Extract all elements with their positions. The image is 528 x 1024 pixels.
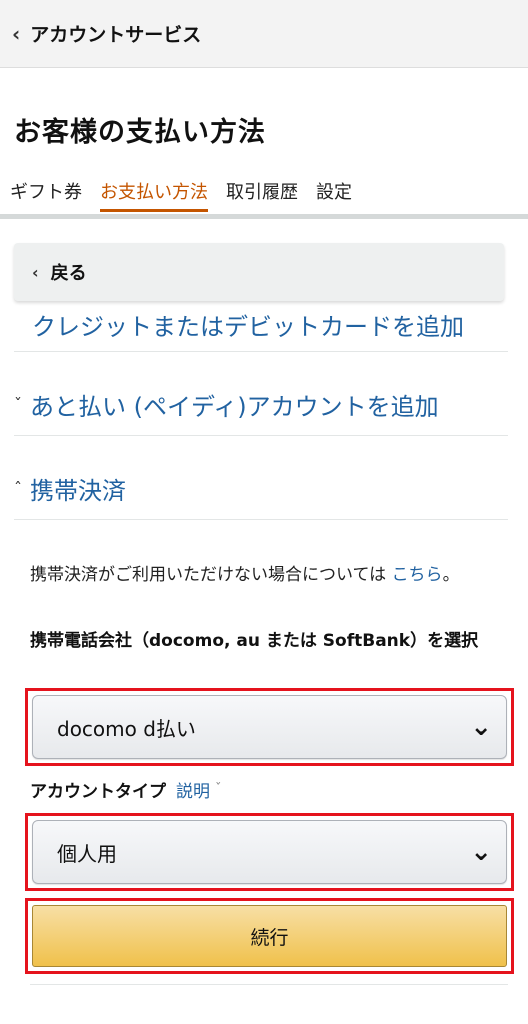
chevron-left-icon: ‹ — [32, 262, 39, 282]
chevron-down-icon: ⌄ — [470, 837, 492, 867]
account-type-label: アカウントタイプ — [30, 782, 166, 802]
divider — [30, 984, 508, 985]
tab-transaction-history[interactable]: 取引履歴 — [226, 172, 298, 212]
back-button-label: 戻る — [50, 263, 87, 284]
add-credit-card-row[interactable]: クレジットまたはデビットカードを追加 — [14, 298, 508, 352]
chevron-up-icon: ˆ — [14, 479, 22, 498]
info-link[interactable]: こちら — [392, 565, 443, 585]
carrier-select-label: 携帯電話会社（docomo, au または SoftBank）を選択 — [30, 631, 479, 651]
continue-button-highlight: 続行 — [25, 898, 514, 974]
add-credit-card-link[interactable]: クレジットまたはデビットカードを追加 — [32, 307, 464, 342]
tab-bar: ギフト券 お支払い方法 取引履歴 設定 — [0, 172, 528, 216]
continue-button-label: 続行 — [250, 926, 289, 949]
info-text: 携帯決済がご利用いただけない場合については — [30, 565, 387, 585]
tab-divider — [0, 214, 528, 219]
top-nav-bar[interactable]: ‹ アカウントサービス — [0, 0, 528, 68]
back-to-account-services-link[interactable]: アカウントサービス — [30, 20, 201, 47]
carrier-select-highlight: docomo d払い ⌄ — [25, 688, 514, 766]
add-paidy-link[interactable]: あと払い (ペイディ)アカウントを追加 — [30, 387, 439, 422]
explanation-link[interactable]: 説明 — [176, 777, 210, 802]
account-type-label-row: アカウントタイプ 説明 ˇ — [30, 777, 222, 802]
chevron-down-icon[interactable]: ˇ — [215, 782, 222, 797]
tab-gift-card[interactable]: ギフト券 — [10, 172, 82, 212]
account-type-select[interactable]: 個人用 ⌄ — [32, 820, 507, 884]
back-button[interactable]: ‹ 戻る — [14, 243, 504, 301]
account-type-select-value: 個人用 — [57, 841, 117, 866]
chevron-down-icon: ˇ — [14, 395, 22, 414]
chevron-down-icon: ⌄ — [470, 712, 492, 742]
carrier-select[interactable]: docomo d払い ⌄ — [32, 695, 507, 759]
account-type-select-highlight: 個人用 ⌄ — [25, 813, 514, 891]
tab-payment-methods[interactable]: お支払い方法 — [100, 172, 208, 212]
tab-settings[interactable]: 設定 — [316, 172, 352, 212]
mobile-payment-row[interactable]: ˆ 携帯決済 — [14, 458, 508, 520]
chevron-left-icon[interactable]: ‹ — [12, 22, 20, 46]
add-paidy-row[interactable]: ˇ あと払い (ペイディ)アカウントを追加 — [14, 374, 508, 436]
carrier-select-value: docomo d払い — [57, 716, 196, 741]
info-suffix: 。 — [442, 565, 460, 585]
mobile-payment-link[interactable]: 携帯決済 — [30, 471, 126, 506]
mobile-payment-info: 携帯決済がご利用いただけない場合については こちら。 — [30, 560, 510, 590]
continue-button[interactable]: 続行 — [32, 905, 507, 967]
page-title: お客様の支払い方法 — [14, 117, 266, 148]
